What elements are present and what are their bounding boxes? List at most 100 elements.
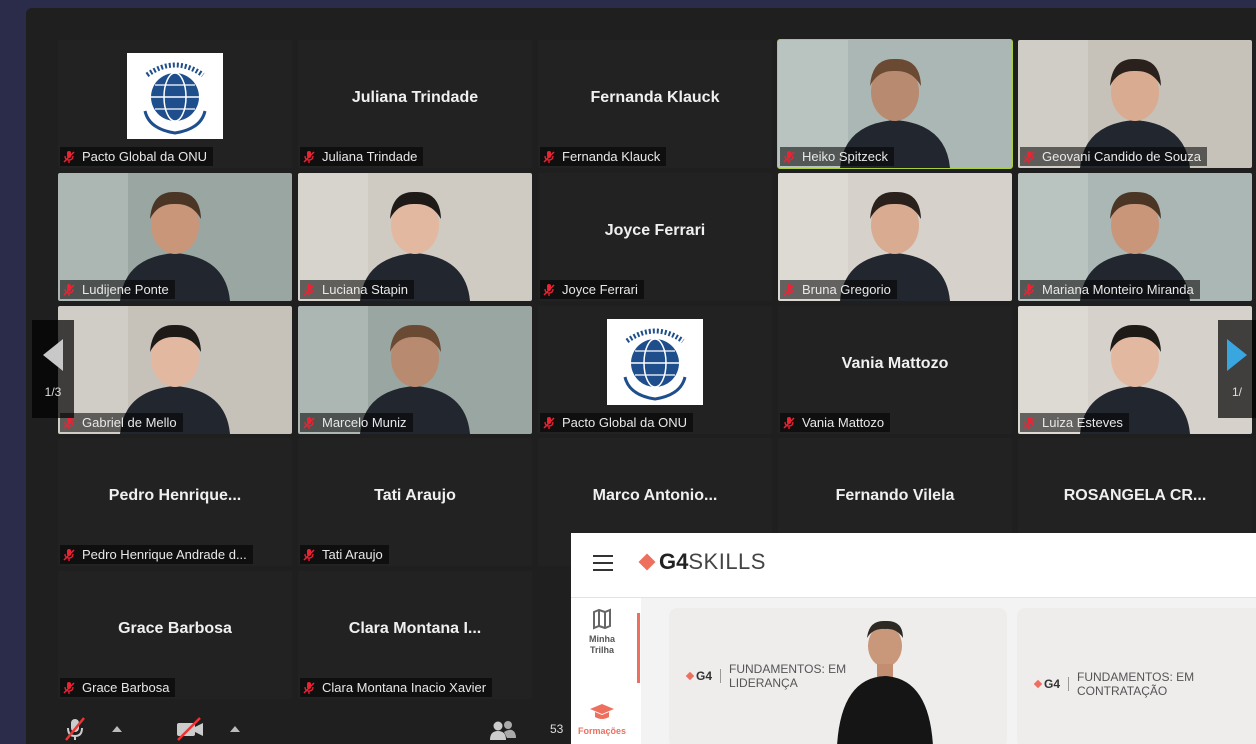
- participant-label: Grace Barbosa: [60, 678, 176, 697]
- participant-tile[interactable]: Pacto Global da ONU: [58, 40, 292, 168]
- participant-name: Marco Antonio...: [592, 486, 718, 504]
- sidebar-item-label: Minha Trilha: [589, 634, 615, 655]
- participant-label: Pedro Henrique Andrade d...: [60, 545, 253, 564]
- map-icon: [593, 608, 611, 630]
- mic-muted-icon: [63, 150, 75, 163]
- previous-page-button[interactable]: 1/3: [32, 320, 74, 418]
- participant-label: Pacto Global da ONU: [540, 413, 694, 432]
- g4-sidebar: Minha Trilha Formações: [571, 598, 641, 744]
- participant-name: Juliana Trindade: [351, 88, 479, 106]
- mic-muted-icon: [783, 416, 795, 429]
- g4-skills-logo[interactable]: G4 SKILLS: [638, 547, 766, 577]
- course-card-contratacao[interactable]: G4 FUNDAMENTOS: EM CONTRATAÇÃO: [1017, 608, 1256, 744]
- mic-muted-icon: [303, 283, 315, 296]
- participant-tile[interactable]: Clara Montana I... Clara Montana Inacio X…: [298, 571, 532, 699]
- participant-name: Tati Araujo: [374, 486, 456, 504]
- mic-muted-icon: [63, 681, 75, 694]
- participants-icon[interactable]: [488, 718, 518, 742]
- participant-tile[interactable]: Marcelo Muniz: [298, 306, 532, 434]
- video-options-caret-icon[interactable]: [230, 726, 240, 732]
- participant-tile[interactable]: Mariana Monteiro Miranda: [1018, 173, 1252, 301]
- participant-label: Fernanda Klauck: [540, 147, 667, 166]
- graduation-cap-icon: [590, 704, 614, 719]
- g4-header: G4 SKILLS: [571, 533, 1256, 598]
- mic-muted-icon: [303, 416, 315, 429]
- participant-tile[interactable]: Pacto Global da ONU: [538, 306, 772, 434]
- participant-label: Joyce Ferrari: [540, 280, 644, 299]
- participant-label: Clara Montana Inacio Xavier: [300, 678, 493, 697]
- hamburger-menu-icon[interactable]: [593, 555, 613, 571]
- participant-tile[interactable]: Fernanda Klauck Fernanda Klauck: [538, 40, 772, 168]
- participant-name: Grace Barbosa: [118, 619, 232, 637]
- participant-tile[interactable]: Juliana Trindade Juliana Trindade: [298, 40, 532, 168]
- participant-name: Fernanda Klauck: [590, 88, 720, 106]
- page-indicator-left: 1/3: [44, 385, 62, 399]
- mic-muted-icon: [303, 548, 315, 561]
- stop-video-icon[interactable]: [174, 716, 206, 742]
- participant-label: Ludijene Ponte: [60, 280, 175, 299]
- instructor-photo: [837, 620, 933, 744]
- participant-tile[interactable]: Ludijene Ponte: [58, 173, 292, 301]
- sidebar-active-indicator: [637, 613, 640, 683]
- participant-label: Vania Mattozo: [780, 413, 891, 432]
- card-logo: G4: [1033, 677, 1070, 691]
- mic-muted-icon: [63, 283, 75, 296]
- participant-tile[interactable]: Bruna Gregorio: [778, 173, 1012, 301]
- page-indicator-right: 1/: [1231, 385, 1242, 399]
- mute-microphone-icon[interactable]: [62, 716, 88, 742]
- card-title: FUNDAMENTOS: EM CONTRATAÇÃO: [1077, 670, 1195, 698]
- audio-options-caret-icon[interactable]: [112, 726, 122, 732]
- participant-tile[interactable]: Joyce Ferrari Joyce Ferrari: [538, 173, 772, 301]
- participants-count: 53: [550, 722, 564, 736]
- participant-tile[interactable]: Vania Mattozo Vania Mattozo: [778, 306, 1012, 434]
- participant-label: Mariana Monteiro Miranda: [1020, 280, 1200, 299]
- participant-label: Gabriel de Mello: [60, 413, 183, 432]
- mic-muted-icon: [303, 150, 315, 163]
- participant-label: Heiko Spitzeck: [780, 147, 894, 166]
- un-global-compact-logo: [127, 53, 223, 140]
- arrow-right-icon: [1227, 339, 1247, 371]
- participant-tile[interactable]: Grace Barbosa Grace Barbosa: [58, 571, 292, 699]
- mic-muted-icon: [1023, 416, 1035, 429]
- un-global-compact-logo: [607, 319, 703, 406]
- participant-name: Joyce Ferrari: [604, 221, 706, 239]
- participant-label: Marcelo Muniz: [300, 413, 413, 432]
- mic-muted-icon: [783, 283, 795, 296]
- arrow-left-icon: [43, 339, 63, 371]
- participant-tile[interactable]: Tati Araujo Tati Araujo: [298, 438, 532, 566]
- participant-label: Pacto Global da ONU: [60, 147, 214, 166]
- brand-diamond-icon: [638, 553, 656, 571]
- sidebar-item-minha-trilha[interactable]: Minha Trilha: [571, 608, 633, 656]
- participant-name: ROSANGELA CR...: [1063, 486, 1207, 504]
- participant-label: Juliana Trindade: [300, 147, 424, 166]
- mic-muted-icon: [543, 150, 555, 163]
- mic-muted-icon: [303, 681, 315, 694]
- participant-tile[interactable]: Gabriel de Mello: [58, 306, 292, 434]
- participant-label: Luciana Stapin: [300, 280, 415, 299]
- course-card-lideranca[interactable]: G4 FUNDAMENTOS: EM LIDERANÇA: [669, 608, 1007, 744]
- participant-tile[interactable]: Luciana Stapin: [298, 173, 532, 301]
- mic-muted-icon: [1023, 283, 1035, 296]
- mic-muted-icon: [63, 548, 75, 561]
- card-logo: G4: [685, 669, 722, 683]
- sidebar-item-label: Formações: [577, 726, 627, 736]
- mic-muted-icon: [543, 416, 555, 429]
- participant-tile[interactable]: Heiko Spitzeck: [777, 39, 1013, 169]
- mic-muted-icon: [783, 150, 795, 163]
- meeting-toolbar: 53: [26, 706, 586, 744]
- participant-label: Luiza Esteves: [1020, 413, 1129, 432]
- sidebar-item-formacoes[interactable]: Formações: [571, 702, 633, 736]
- participant-tile[interactable]: Luiza Esteves: [1018, 306, 1252, 434]
- g4-skills-window: G4 SKILLS Minha Trilha Formações G4 FUND…: [571, 533, 1256, 744]
- participant-label: Bruna Gregorio: [780, 280, 897, 299]
- participant-name: Clara Montana I...: [348, 619, 482, 637]
- participant-tile[interactable]: Pedro Henrique... Pedro Henrique Andrade …: [58, 438, 292, 566]
- participant-tile[interactable]: Geovani Candido de Souza: [1018, 40, 1252, 168]
- participant-label: Geovani Candido de Souza: [1020, 147, 1208, 166]
- participant-label: Tati Araujo: [300, 545, 389, 564]
- participant-name: Vania Mattozo: [841, 354, 949, 372]
- mic-muted-icon: [1023, 150, 1035, 163]
- next-page-button[interactable]: 1/: [1218, 320, 1256, 418]
- participant-name: Pedro Henrique...: [108, 486, 242, 504]
- participant-name: Fernando Vilela: [835, 486, 955, 504]
